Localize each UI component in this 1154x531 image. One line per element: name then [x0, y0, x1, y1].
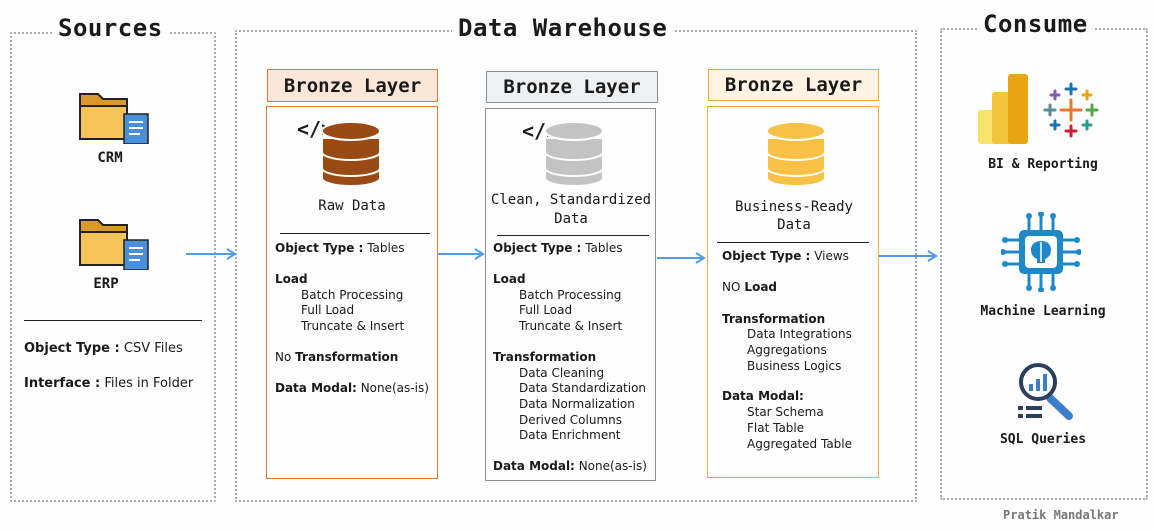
layer-2-database-icon: [543, 120, 605, 188]
sources-divider: [24, 320, 202, 321]
layer-2-transformation-item: Derived Columns: [519, 413, 623, 427]
layer-1-data-modal: Data Modal: None(as-is): [275, 381, 429, 395]
sources-interface: Interface : Files in Folder: [24, 376, 194, 391]
arrow-silver-to-gold: [657, 252, 706, 264]
layer-3-transformation-heading: Transformation: [722, 312, 826, 326]
layer-3-database-icon: [765, 120, 827, 188]
consume-title: Consume: [977, 10, 1094, 38]
layer-2-data-modal: Data Modal: None(as-is): [493, 459, 647, 473]
sources-title: Sources: [52, 14, 169, 42]
layer-3-transformation-item: Aggregations: [747, 343, 827, 357]
layer-3-caption-line-1: Business-Ready: [734, 199, 853, 215]
layer-1-object-type: Object Type : Tables: [275, 241, 405, 255]
layer-3-caption-line-2: Data: [777, 217, 811, 233]
consume-bi-label: BI & Reporting: [988, 157, 1098, 172]
layer-3-transformation-item: Data Integrations: [747, 327, 852, 341]
crm-folder-icon: [78, 84, 150, 145]
layer-2-title: Bronze Layer: [486, 71, 658, 103]
layer-2-object-type: Object Type : Tables: [493, 241, 623, 255]
layer-1-load-item: Full Load: [301, 303, 355, 317]
layer-3-modal-item: Aggregated Table: [747, 437, 853, 451]
layer-1-load-heading: Load: [275, 272, 308, 286]
ai-chip-icon: [1000, 211, 1082, 293]
layer-1-load-item: Truncate & Insert: [301, 319, 405, 333]
layer-2-load-item: Truncate & Insert: [519, 319, 623, 333]
layer-2-caption-line-2: Data: [554, 211, 588, 227]
arrow-sources-to-bronze: [186, 248, 237, 260]
warehouse-title: Data Warehouse: [452, 14, 674, 42]
layer-2-transformation-item: Data Enrichment: [519, 428, 621, 442]
layer-1-database-icon: [320, 120, 382, 188]
layer-2-transformation-item: Data Normalization: [519, 397, 635, 411]
erp-label: ERP: [93, 276, 119, 292]
layer-2-transformation-item: Data Cleaning: [519, 366, 605, 380]
search-chart-icon: [1014, 362, 1076, 422]
layer-3-data-modal-heading: Data Modal:: [722, 389, 804, 403]
layer-3-modal-item: Flat Table: [747, 421, 805, 435]
sources-object-type: Object Type : CSV Files: [24, 341, 183, 356]
author-credit: Pratik Mandalkar: [1003, 508, 1119, 522]
layer-3-divider: [717, 242, 869, 243]
layer-1-transformation: No Transformation: [275, 350, 399, 364]
layer-1-title: Bronze Layer: [267, 69, 438, 102]
arrow-bronze-to-silver: [438, 248, 485, 260]
power-bi-icon: [976, 74, 1032, 146]
layer-3-load: NO Load: [722, 280, 777, 294]
layer-2-divider: [497, 235, 649, 236]
erp-folder-icon: [78, 210, 150, 271]
layer-2-load-heading: Load: [493, 272, 526, 286]
layer-2-load-item: Batch Processing: [519, 288, 622, 302]
consume-sql-label: SQL Queries: [999, 432, 1087, 447]
layer-2-transformation-item: Data Standardization: [519, 381, 647, 395]
layer-2-caption-line-1: Clean, Standardized: [490, 192, 652, 208]
tableau-icon: [1043, 82, 1099, 138]
consume-ml-label: Machine Learning: [980, 304, 1106, 319]
crm-label: CRM: [97, 150, 123, 166]
layer-2-load-item: Full Load: [519, 303, 573, 317]
layer-1-caption: Raw Data: [318, 198, 386, 214]
layer-3-object-type: Object Type : Views: [722, 249, 849, 263]
layer-2-transformation-heading: Transformation: [493, 350, 597, 364]
layer-1-load-item: Batch Processing: [301, 288, 404, 302]
arrow-gold-to-consume: [879, 250, 938, 262]
layer-3-modal-item: Star Schema: [747, 405, 824, 419]
layer-3-transformation-item: Business Logics: [747, 359, 842, 373]
layer-1-divider: [280, 233, 430, 234]
layer-3-title: Bronze Layer: [708, 69, 879, 101]
